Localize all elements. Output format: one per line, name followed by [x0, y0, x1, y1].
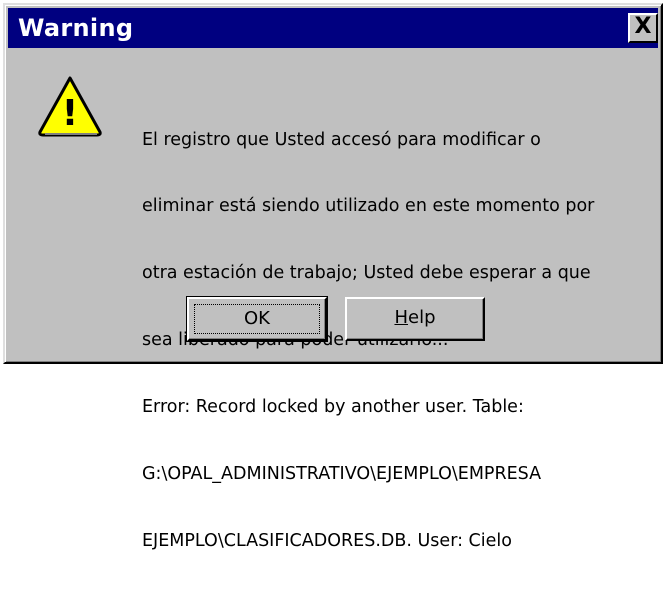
- ok-button-label: OK: [244, 308, 270, 329]
- help-mnemonic: H: [394, 307, 409, 328]
- focus-rect: OK: [194, 304, 320, 334]
- message-line: eliminar está siendo utilizado en este m…: [142, 196, 595, 217]
- help-button-label: elp: [408, 307, 436, 328]
- window-title: Warning: [18, 14, 134, 42]
- warning-dialog: Warning X ! El registro que Usted accesó…: [3, 3, 663, 551]
- message-line: G:\OPAL_ADMINISTRATIVO\EJEMPLO\EMPRESA: [142, 464, 542, 485]
- message-line: otra estación de trabajo; Usted debe esp…: [142, 263, 591, 284]
- message-line: Error: Record locked by another user. Ta…: [142, 397, 524, 418]
- close-button[interactable]: X: [628, 13, 658, 43]
- warning-glyph: !: [62, 93, 78, 134]
- close-icon: X: [634, 14, 652, 39]
- ok-button[interactable]: OK: [186, 296, 328, 342]
- message-line: EJEMPLO\CLASIFICADORES.DB. User: Cielo: [142, 530, 512, 551]
- warning-icon: !: [38, 76, 102, 137]
- title-bar[interactable]: Warning X: [8, 8, 658, 48]
- message-line: El registro que Usted accesó para modifi…: [142, 129, 541, 150]
- help-button[interactable]: Help: [345, 297, 485, 341]
